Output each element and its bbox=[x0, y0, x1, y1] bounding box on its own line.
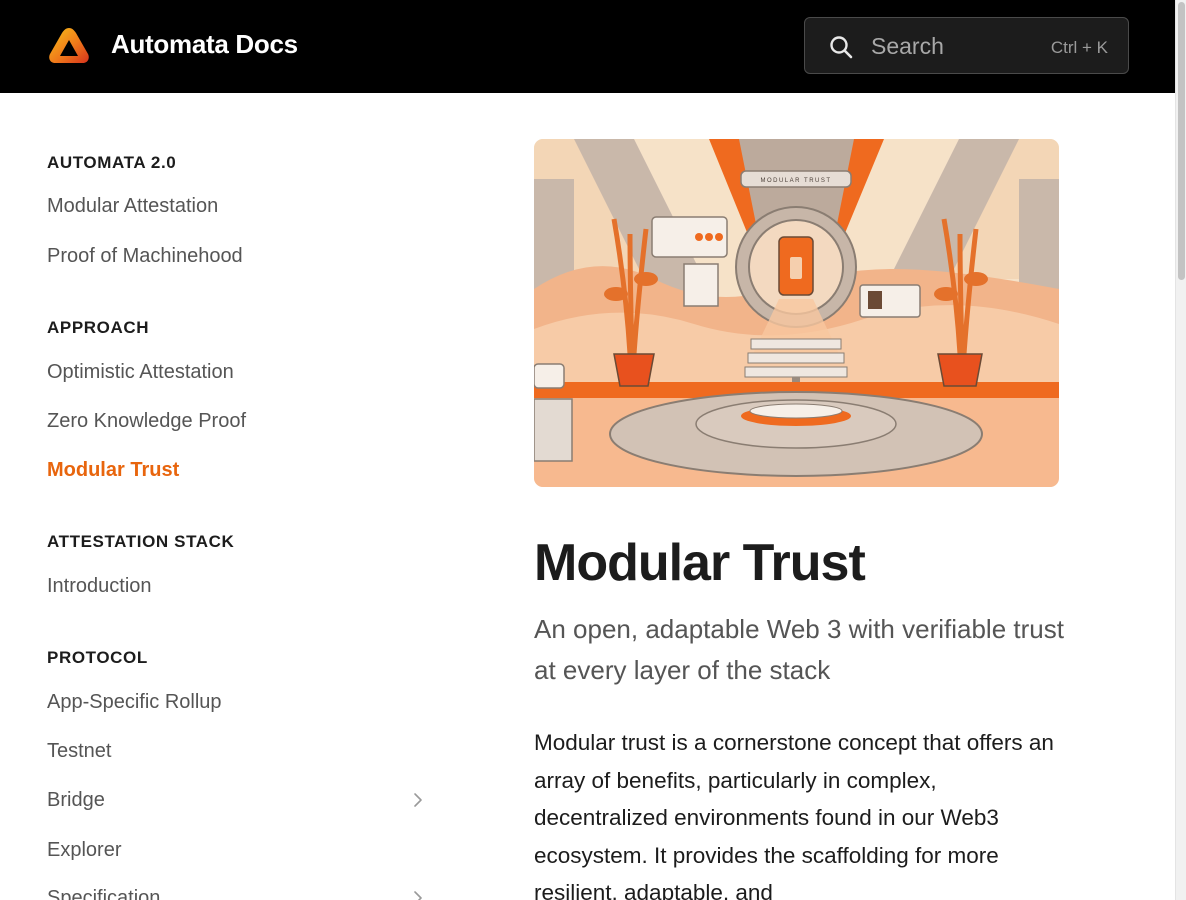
page-scrollbar[interactable] bbox=[1175, 0, 1186, 900]
hero-illustration: MODULAR TRUST bbox=[534, 139, 1059, 487]
sidebar-item-proof-of-machinehood[interactable]: Proof of Machinehood bbox=[47, 245, 243, 268]
search-icon bbox=[830, 36, 853, 59]
scrollbar-thumb[interactable] bbox=[1178, 2, 1185, 280]
sidebar-section-heading: APPROACH bbox=[47, 318, 150, 337]
search-placeholder: Search bbox=[871, 33, 944, 59]
top-navbar: Automata Docs Search Ctrl + K bbox=[0, 0, 1175, 93]
sidebar-section-heading: PROTOCOL bbox=[47, 648, 148, 667]
intro-paragraph: Modular trust is a cornerstone concept t… bbox=[534, 730, 1054, 900]
page-title: Modular Trust bbox=[534, 534, 866, 592]
sidebar-item-zero-knowledge-proof[interactable]: Zero Knowledge Proof bbox=[47, 410, 246, 433]
search-shortcut-hint: Ctrl + K bbox=[1050, 38, 1108, 57]
sidebar-item-specification[interactable]: Specification bbox=[47, 887, 160, 900]
hero-sign-text: MODULAR TRUST bbox=[760, 178, 831, 184]
sidebar-item-modular-trust[interactable]: Modular Trust bbox=[47, 459, 179, 482]
sidebar-item-bridge[interactable]: Bridge bbox=[47, 789, 105, 812]
sidebar-item-introduction[interactable]: Introduction bbox=[47, 575, 152, 598]
automata-logo-icon[interactable] bbox=[47, 25, 91, 67]
page-subtitle: An open, adaptable Web 3 with verifiable… bbox=[534, 614, 1064, 685]
sidebar-item-optimistic-attestation[interactable]: Optimistic Attestation bbox=[47, 361, 234, 384]
chevron-right-icon[interactable] bbox=[410, 890, 426, 900]
sidebar-item-explorer[interactable]: Explorer bbox=[47, 839, 121, 862]
sidebar-item-testnet[interactable]: Testnet bbox=[47, 740, 111, 763]
sidebar-item-modular-attestation[interactable]: Modular Attestation bbox=[47, 195, 218, 218]
sidebar-nav: AUTOMATA 2.0 Modular Attestation Proof o… bbox=[0, 93, 470, 900]
sidebar-section-heading: ATTESTATION STACK bbox=[47, 532, 235, 551]
sidebar-item-app-specific-rollup[interactable]: App-Specific Rollup bbox=[47, 691, 222, 714]
chevron-right-icon[interactable] bbox=[410, 792, 426, 808]
site-title[interactable]: Automata Docs bbox=[111, 29, 298, 60]
search-input[interactable]: Search Ctrl + K bbox=[804, 17, 1129, 74]
sidebar-section-heading: AUTOMATA 2.0 bbox=[47, 153, 177, 172]
